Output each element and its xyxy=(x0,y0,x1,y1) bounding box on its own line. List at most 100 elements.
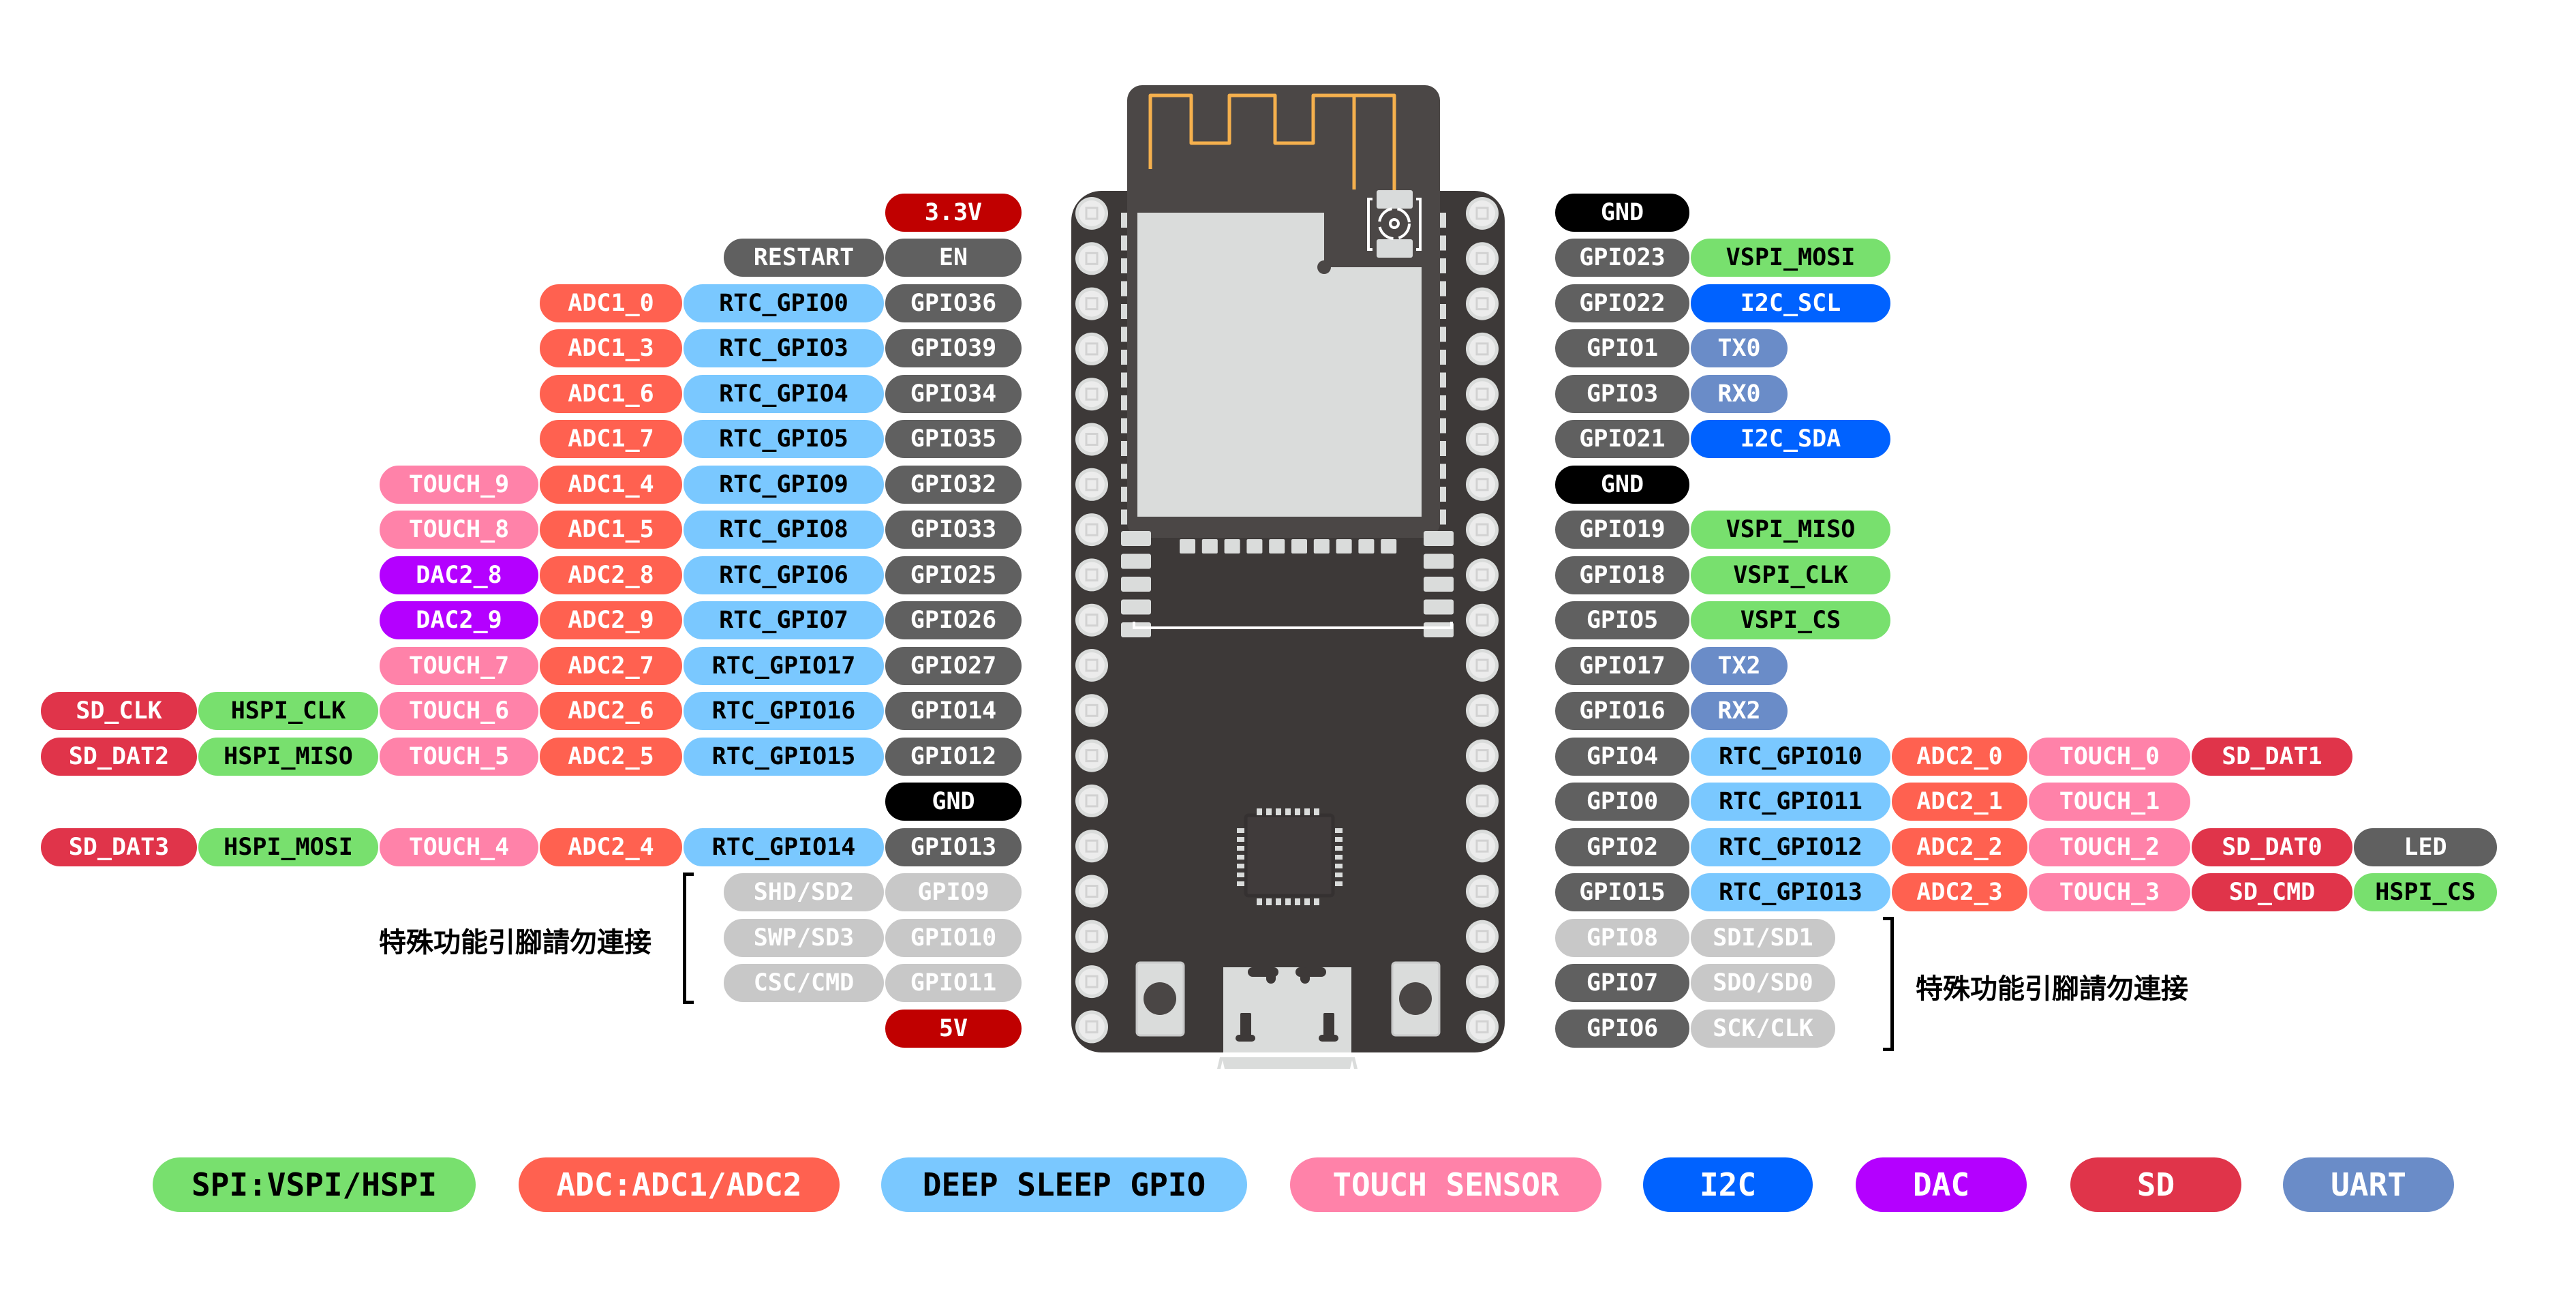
pin-label-sd: SD_DAT1 xyxy=(2191,736,2353,776)
chip-pin xyxy=(1304,808,1310,815)
module-pad xyxy=(1121,599,1151,615)
module-pad xyxy=(1121,372,1127,388)
legend-item-rtc: DEEP SLEEP GPIO xyxy=(881,1157,1247,1212)
header-pin-icon xyxy=(1466,287,1499,320)
pin-label-touch: TOUCH_6 xyxy=(379,691,539,731)
pin-label-spi: VSPI_CLK xyxy=(1690,555,1891,595)
right-flash-bracket xyxy=(1883,917,1894,1051)
pin-label-i2c: I2C_SDA xyxy=(1690,419,1891,459)
chip-pin xyxy=(1276,898,1281,905)
chip-pin xyxy=(1335,828,1343,833)
chip-pin xyxy=(1237,881,1244,886)
pin-label-adc: ADC2_0 xyxy=(1891,736,2028,776)
chip-pin xyxy=(1314,808,1319,815)
module-pad xyxy=(1121,327,1127,342)
pin-label-gpio: GPIO6 xyxy=(1554,1008,1690,1048)
legend-item-dac: DAC xyxy=(1856,1157,2027,1212)
usb-port-icon[interactable] xyxy=(1217,967,1358,1069)
header-pin-icon xyxy=(1075,287,1108,320)
pin-label-gpio: GPIO17 xyxy=(1554,646,1690,686)
module-pad xyxy=(1440,350,1446,365)
pin-label-gpio: GPIO33 xyxy=(885,510,1022,549)
pin-label-rtc: RTC_GPIO12 xyxy=(1690,827,1891,867)
pin-label-gpio: GPIO16 xyxy=(1554,691,1690,731)
module-pad xyxy=(1424,622,1454,637)
pin-label-adc: ADC2_8 xyxy=(539,555,683,595)
pin-label-gpio: GPIO25 xyxy=(885,555,1022,595)
header-pin-icon xyxy=(1466,468,1499,501)
module-pad xyxy=(1358,539,1375,553)
pin-label-touch: TOUCH_5 xyxy=(379,736,539,776)
pin-label-gpio: GPIO14 xyxy=(885,691,1022,731)
module-pad xyxy=(1121,281,1127,297)
module-pad xyxy=(1313,539,1330,553)
header-pin-icon xyxy=(1075,920,1108,953)
header-pin-icon xyxy=(1466,875,1499,908)
header-pin-icon xyxy=(1075,739,1108,772)
pin-label-sd: SD_DAT3 xyxy=(40,827,198,867)
pin-label-adc: ADC2_4 xyxy=(539,827,683,867)
legend-item-spi: SPI:VSPI/HSPI xyxy=(153,1157,476,1212)
pin-label-adc: ADC2_5 xyxy=(539,736,683,776)
reset-button-icon[interactable] xyxy=(1135,961,1185,1037)
chip-pin xyxy=(1257,898,1262,905)
module-pad xyxy=(1440,509,1446,525)
pin-label-sd: SD_DAT2 xyxy=(40,736,198,776)
module-pad xyxy=(1440,464,1446,479)
module-pad xyxy=(1246,539,1263,553)
chip-pin xyxy=(1335,855,1343,860)
pin-label-gnd: GND xyxy=(885,782,1022,821)
pin-label-uart: TX0 xyxy=(1690,329,1788,368)
header-pin-icon xyxy=(1466,784,1499,817)
boot-button-icon[interactable] xyxy=(1391,961,1441,1037)
pin-label-gpio: GPIO23 xyxy=(1554,238,1690,277)
pin-label-rtc: RTC_GPIO11 xyxy=(1690,782,1891,821)
pin-label-spi: HSPI_MISO xyxy=(198,736,379,776)
header-pin-icon xyxy=(1466,694,1499,727)
chip-pin xyxy=(1335,846,1343,851)
module-pad xyxy=(1424,531,1454,546)
pin-label-gpio: GPIO1 xyxy=(1554,329,1690,368)
chip-pin xyxy=(1335,837,1343,842)
pin-label-gpio: GPIO13 xyxy=(885,827,1022,867)
pin-label-gpio: RESTART xyxy=(723,238,885,277)
pin-label-flash: SCK/CLK xyxy=(1690,1008,1836,1048)
header-pin-icon xyxy=(1075,875,1108,908)
module-pad xyxy=(1269,539,1285,553)
module-pad xyxy=(1440,304,1446,319)
header-pin-icon xyxy=(1466,603,1499,637)
module-pad xyxy=(1121,441,1127,456)
header-pin-icon xyxy=(1075,1010,1108,1044)
pin-label-gpio: GPIO34 xyxy=(885,374,1022,414)
pin-label-flash: SDO/SD0 xyxy=(1690,963,1836,1003)
pin-label-touch: TOUCH_0 xyxy=(2028,736,2191,776)
pin-label-gpio: GPIO27 xyxy=(885,646,1022,686)
header-pin-icon xyxy=(1466,739,1499,772)
header-pin-icon xyxy=(1466,830,1499,863)
pin-label-i2c: I2C_SCL xyxy=(1690,283,1891,323)
pin-label-power: 3.3V xyxy=(885,192,1022,232)
pin-label-sd: SD_CMD xyxy=(2191,873,2353,912)
pin-label-gpio: GPIO12 xyxy=(885,736,1022,776)
pin-label-gnd: GND xyxy=(1554,192,1690,232)
pin-label-sd: SD_DAT0 xyxy=(2191,827,2353,867)
pin-label-spi: VSPI_MOSI xyxy=(1690,238,1891,277)
pin-label-rtc: RTC_GPIO8 xyxy=(683,510,885,549)
pin-label-flash: SWP/SD3 xyxy=(723,918,885,958)
legend-item-i2c: I2C xyxy=(1643,1157,1813,1212)
pin-label-gpio: GPIO0 xyxy=(1554,782,1690,821)
pin-label-rtc: RTC_GPIO14 xyxy=(683,827,885,867)
pin-label-flash: SDI/SD1 xyxy=(1690,918,1836,958)
chip-pin xyxy=(1335,873,1343,877)
pin-label-uart: TX2 xyxy=(1690,646,1788,686)
header-pin-icon xyxy=(1466,513,1499,547)
pin-label-spi: VSPI_MISO xyxy=(1690,510,1891,549)
pin-label-gpio: GPIO32 xyxy=(885,464,1022,504)
chip-pin xyxy=(1295,808,1300,815)
pin-label-gpio: GPIO36 xyxy=(885,283,1022,323)
module-pad xyxy=(1440,418,1446,434)
pin-label-spi: HSPI_CLK xyxy=(198,691,379,731)
pin-label-rtc: RTC_GPIO17 xyxy=(683,646,885,686)
pin-label-touch: TOUCH_2 xyxy=(2028,827,2191,867)
chip-pin xyxy=(1266,808,1272,815)
